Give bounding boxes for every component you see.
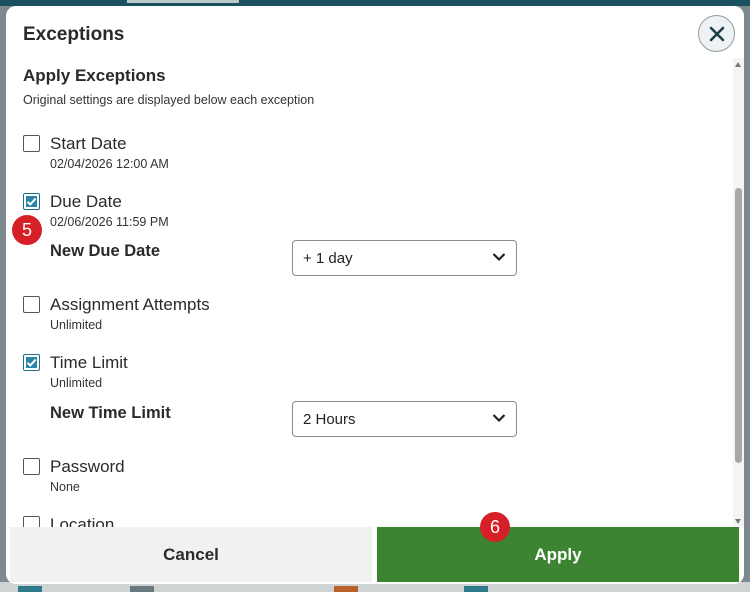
password-checkbox[interactable]: [23, 458, 40, 475]
section-title: Apply Exceptions: [23, 66, 166, 85]
due-date-checkbox[interactable]: [23, 193, 40, 210]
assignment-attempts-checkbox[interactable]: [23, 296, 40, 313]
scroll-down-arrow-icon[interactable]: [735, 519, 741, 524]
background-tab: [127, 0, 239, 3]
exceptions-content: Apply Exceptions Original settings are d…: [6, 58, 733, 528]
option-original-value: None: [50, 480, 80, 494]
apply-button[interactable]: Apply: [377, 527, 739, 582]
close-icon: [709, 26, 724, 41]
checkmark-icon: [26, 358, 37, 367]
new-time-limit-label: New Time Limit: [50, 404, 171, 422]
legend-chip: [18, 586, 42, 592]
chevron-down-icon: [492, 253, 506, 262]
new-due-date-select[interactable]: + 1 day: [292, 240, 517, 276]
option-label: Assignment Attempts: [50, 295, 210, 314]
step-marker-6: 6: [480, 512, 510, 542]
option-original-value: 02/06/2026 11:59 PM: [50, 215, 169, 229]
content-scrollbar[interactable]: [733, 58, 744, 528]
close-button[interactable]: [698, 15, 735, 52]
step-marker-5: 5: [12, 215, 42, 245]
time-limit-checkbox[interactable]: [23, 354, 40, 371]
chevron-down-icon: [492, 414, 506, 423]
start-date-checkbox[interactable]: [23, 135, 40, 152]
option-label: Password: [50, 457, 125, 476]
section-subtitle: Original settings are displayed below ea…: [23, 93, 315, 107]
option-original-value: 02/04/2026 12:00 AM: [50, 157, 169, 171]
checkmark-icon: [26, 197, 37, 206]
select-value: 2 Hours: [303, 410, 356, 428]
new-due-date-label: New Due Date: [50, 242, 161, 260]
legend-chip: [464, 586, 488, 592]
option-label: Due Date: [50, 192, 122, 211]
select-value: + 1 day: [303, 249, 353, 267]
legend-chip: [334, 586, 358, 592]
dialog-title: Exceptions: [23, 24, 125, 45]
scroll-up-arrow-icon[interactable]: [735, 62, 741, 67]
legend-chip: [130, 586, 154, 592]
option-original-value: Unlimited: [50, 318, 103, 332]
option-original-value: Unlimited: [50, 376, 103, 390]
cancel-button[interactable]: Cancel: [10, 527, 372, 582]
new-time-limit-select[interactable]: 2 Hours: [292, 401, 517, 437]
option-label: Time Limit: [50, 353, 128, 372]
exceptions-dialog: Exceptions Apply Exceptions Original set…: [6, 6, 744, 584]
scroll-thumb[interactable]: [735, 188, 742, 463]
option-label: Start Date: [50, 134, 127, 153]
